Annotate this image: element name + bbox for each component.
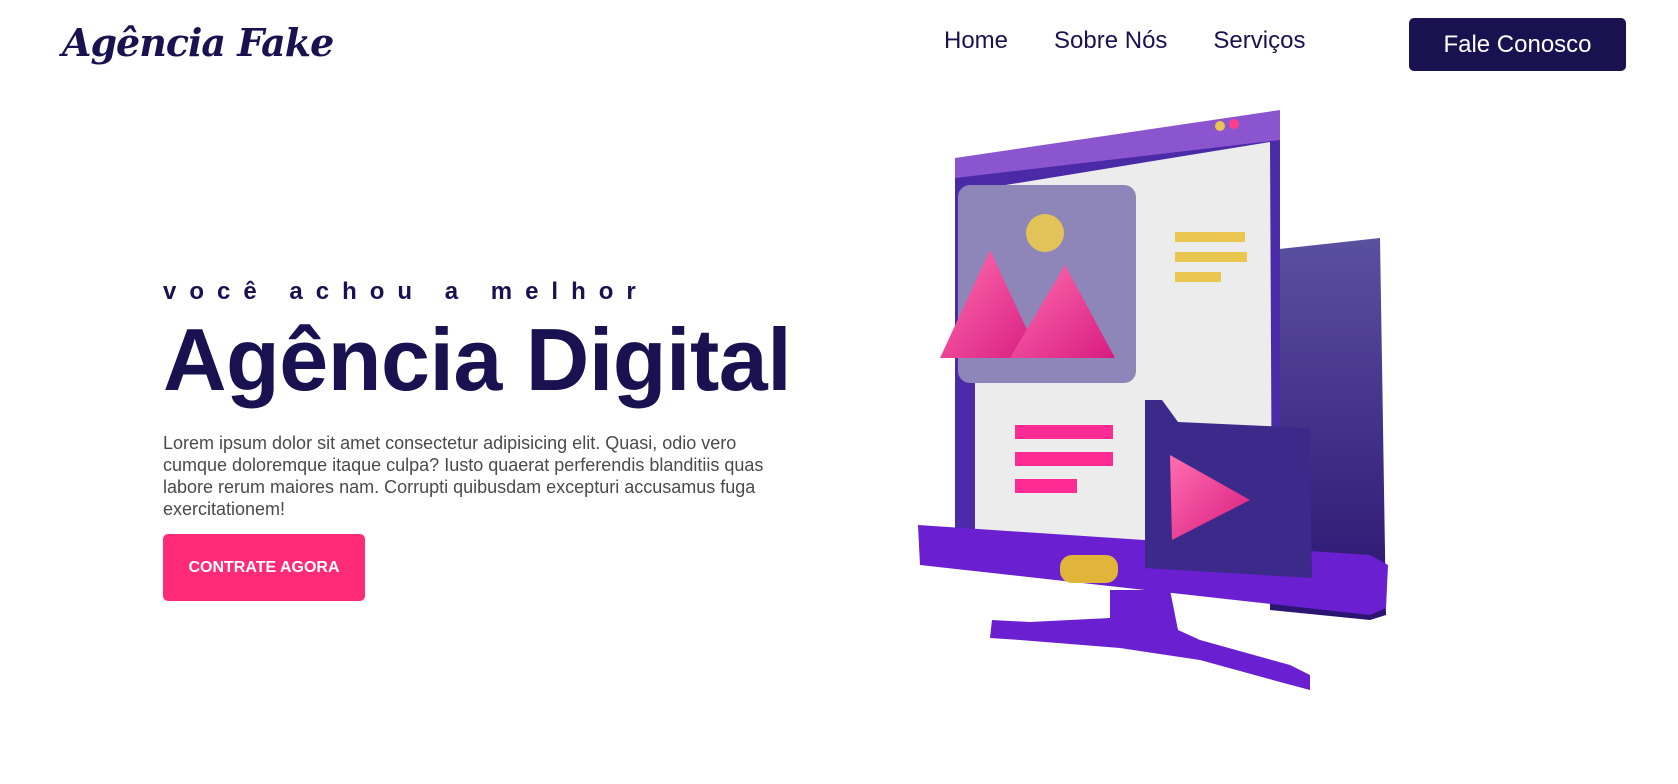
hero-headline: Agência Digital [163, 310, 792, 409]
text-line-icon [1015, 425, 1113, 439]
nav-link-servicos[interactable]: Serviços [1213, 27, 1305, 55]
contact-button[interactable]: Fale Conosco [1409, 18, 1626, 71]
nav-link-home[interactable]: Home [944, 27, 1008, 55]
site-header: Agência Fake Home Sobre Nós Serviços Fal… [0, 0, 1678, 90]
brand-logo[interactable]: Agência Fake [62, 20, 334, 65]
text-line-icon [1175, 272, 1221, 282]
hire-now-button[interactable]: CONTRATE AGORA [163, 534, 365, 601]
window-dot-yellow-icon [1215, 121, 1225, 131]
monitor-illustration-svg [918, 110, 1388, 690]
hero-lead: Lorem ipsum dolor sit amet consectetur a… [163, 433, 764, 519]
monitor-stand-icon [990, 590, 1310, 690]
main-nav: Home Sobre Nós Serviços [944, 27, 1305, 55]
hero-section: você achou a melhor Agência Digital Lore… [163, 278, 803, 601]
power-button-icon [1060, 555, 1118, 583]
text-line-icon [1175, 232, 1245, 242]
text-line-icon [1175, 252, 1247, 262]
sun-icon [1026, 214, 1064, 252]
window-dot-pink-icon [1229, 119, 1239, 129]
text-line-icon [1015, 479, 1077, 493]
computer-monitor-illustration [900, 110, 1400, 740]
text-line-icon [1015, 452, 1113, 466]
nav-link-sobre-nos[interactable]: Sobre Nós [1054, 27, 1167, 55]
hero-eyebrow: você achou a melhor [163, 278, 649, 305]
